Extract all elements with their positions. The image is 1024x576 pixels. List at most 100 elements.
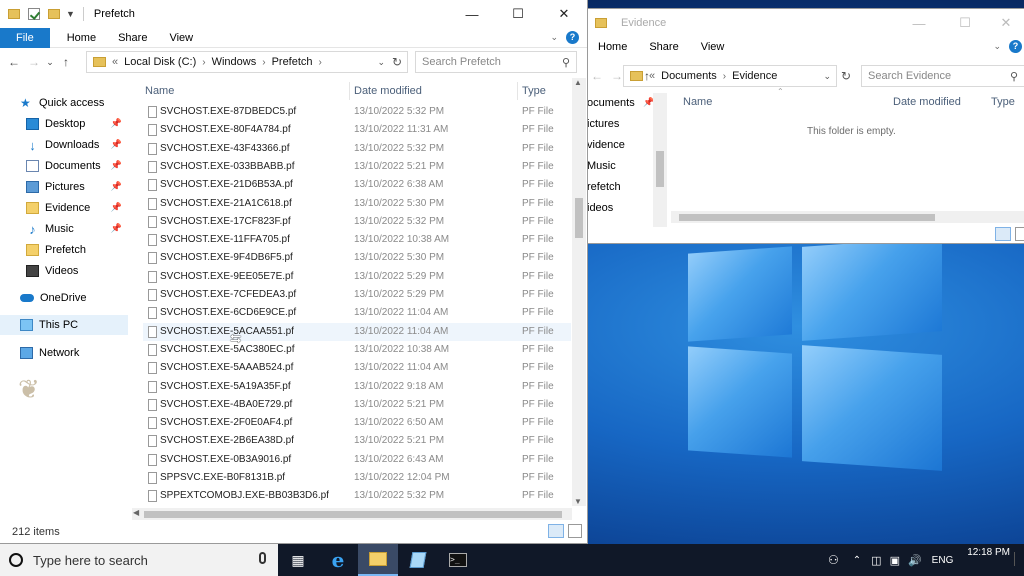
table-row[interactable]: SVCHOST.EXE-80F4A784.pf 13/10/2022 11:31 … (143, 121, 571, 139)
nav-item-pictures[interactable]: ictures (587, 114, 619, 134)
search-input[interactable]: Search Evidence ⚲ (861, 65, 1024, 87)
nav-item-quick-access[interactable]: ★ Quick access (20, 93, 128, 113)
breadcrumb-prefetch[interactable]: Prefetch (272, 56, 313, 68)
table-row[interactable]: SVCHOST.EXE-4BA0E729.pf 13/10/2022 5:21 P… (143, 396, 571, 414)
nav-item-evidence[interactable]: vidence (587, 135, 625, 155)
scroll-thumb[interactable] (679, 214, 935, 221)
horizontal-scrollbar[interactable]: ◀ (132, 508, 572, 520)
chevron-down-icon[interactable]: ⌄ (993, 41, 1001, 52)
nav-item-videos[interactable]: Videos (26, 261, 128, 281)
tab-file[interactable]: File (0, 27, 50, 48)
battery-icon[interactable]: ◫ (871, 554, 881, 567)
address-overflow[interactable]: « (649, 70, 655, 82)
address-bar[interactable]: « Local Disk (C:) › Windows › Prefetch ›… (86, 51, 408, 73)
network-icon[interactable]: ▣ (890, 554, 900, 567)
scroll-left-icon[interactable]: ◀ (133, 508, 139, 517)
address-bar[interactable]: « Documents › Evidence ⌄ (623, 65, 837, 87)
tab-home[interactable]: Home (587, 37, 638, 57)
vertical-scrollbar[interactable]: ▲ ▼ (572, 78, 586, 506)
task-view-button[interactable]: ▦ (278, 544, 318, 576)
microphone-icon[interactable] (259, 552, 266, 564)
table-row[interactable]: SVCHOST.EXE-21D6B53A.pf 13/10/2022 6:38 A… (143, 176, 571, 194)
edge-browser-icon[interactable]: e (318, 544, 358, 576)
breadcrumb-windows[interactable]: Windows (212, 56, 257, 68)
maximize-button[interactable]: ☐ (942, 9, 988, 37)
breadcrumb-documents[interactable]: Documents (661, 70, 717, 82)
column-date-header[interactable]: Date modified (354, 85, 422, 103)
address-dropdown-icon[interactable]: ⌄ (823, 71, 831, 82)
table-row[interactable]: SPPEXTCOMOBJ.EXE-BB03B3D6.pf 13/10/2022 5… (143, 487, 571, 505)
nav-item-music[interactable]: ♪ Music 📌 (26, 219, 128, 239)
chevron-right-icon[interactable]: › (723, 71, 726, 82)
back-arrow-icon[interactable]: ← (4, 55, 24, 69)
chevron-right-icon[interactable]: › (262, 57, 265, 68)
tab-home[interactable]: Home (56, 28, 107, 48)
scroll-down-icon[interactable]: ▼ (574, 497, 582, 506)
column-name-header[interactable]: Name (683, 96, 712, 114)
up-arrow-icon[interactable]: ↑ (56, 55, 76, 69)
back-arrow-icon[interactable]: ← (587, 69, 607, 83)
nav-item-downloads[interactable]: ↓ Downloads 📌 (26, 135, 128, 155)
properties-icon[interactable] (28, 8, 40, 20)
tiles-view-button[interactable] (1015, 227, 1024, 241)
table-row[interactable]: SVCHOST.EXE-0B3A9016.pf 13/10/2022 6:43 A… (143, 451, 571, 469)
new-folder-icon[interactable] (48, 9, 60, 19)
details-view-button[interactable] (995, 227, 1011, 241)
chevron-right-icon[interactable]: › (202, 57, 205, 68)
tab-view[interactable]: View (158, 28, 204, 48)
scroll-thumb[interactable] (656, 151, 664, 187)
table-row[interactable]: SVCHOST.EXE-2B6EA38D.pf 13/10/2022 5:21 P… (143, 432, 571, 450)
table-row[interactable]: SVCHOST.EXE-17CF823F.pf 13/10/2022 5:32 P… (143, 213, 571, 231)
table-row[interactable]: SVCHOST.EXE-7CFEDEA3.pf 13/10/2022 5:29 P… (143, 286, 571, 304)
table-row[interactable]: SVCHOST.EXE-43F43366.pf 13/10/2022 5:32 P… (143, 140, 571, 158)
table-row[interactable]: SVCHOST.EXE-5A19A35F.pf 13/10/2022 9:18 A… (143, 378, 571, 396)
scroll-thumb[interactable] (144, 511, 562, 518)
chevron-down-icon[interactable]: ⌄ (550, 32, 558, 43)
language-indicator[interactable]: ENG (932, 555, 954, 566)
nav-item-prefetch[interactable]: refetch (587, 177, 621, 197)
nav-item-onedrive[interactable]: OneDrive (20, 288, 128, 308)
address-dropdown-icon[interactable]: ⌄ (377, 57, 385, 68)
refresh-icon[interactable]: ↻ (392, 55, 402, 69)
nav-item-evidence[interactable]: Evidence 📌 (26, 198, 128, 218)
refresh-icon[interactable]: ↻ (841, 69, 851, 83)
table-row[interactable]: SVCHOST.EXE-11FFA705.pf 13/10/2022 10:38 … (143, 231, 571, 249)
search-input[interactable]: Search Prefetch ⚲ (415, 51, 577, 73)
column-divider[interactable] (349, 82, 350, 100)
table-row[interactable]: SPPSVC.EXE-B0F8131B.pf 13/10/2022 12:04 P… (143, 469, 571, 487)
people-icon[interactable]: ⚇ (828, 553, 839, 567)
tab-share[interactable]: Share (107, 28, 158, 48)
maximize-button[interactable]: ☐ (495, 0, 541, 28)
notification-icon[interactable] (1014, 552, 1024, 566)
nav-item-desktop[interactable]: Desktop 📌 (26, 114, 128, 134)
table-row[interactable]: SVCHOST.EXE-2F0E0AF4.pf 13/10/2022 6:50 A… (143, 414, 571, 432)
chevron-right-icon[interactable]: › (319, 57, 322, 68)
help-icon[interactable]: ? (566, 31, 579, 44)
nav-scrollbar[interactable] (653, 93, 667, 227)
close-button[interactable]: ✕ (988, 9, 1024, 37)
scroll-up-icon[interactable]: ▲ (574, 78, 582, 87)
column-name-header[interactable]: Name (145, 85, 174, 103)
column-type-header[interactable]: Type (991, 96, 1015, 114)
scroll-thumb[interactable] (575, 198, 583, 238)
help-icon[interactable]: ? (1009, 40, 1022, 53)
table-row[interactable]: SVCHOST.EXE-6CD6E9CE.pf 13/10/2022 11:04 … (143, 304, 571, 322)
column-divider[interactable] (517, 82, 518, 100)
horizontal-scrollbar[interactable] (671, 211, 1024, 223)
table-row[interactable]: SVCHOST.EXE-21A1C618.pf 13/10/2022 5:30 P… (143, 195, 571, 213)
table-row[interactable]: SVCHOST.EXE-5ACAA551.pf 13/10/2022 11:04 … (143, 322, 571, 341)
nav-item-music[interactable]: Music (587, 156, 616, 176)
table-row[interactable]: SVCHOST.EXE-9F4DB6F5.pf 13/10/2022 5:30 P… (143, 249, 571, 267)
nav-item-documents[interactable]: Documents 📌 (26, 156, 128, 176)
clock[interactable]: 12:18 PM (967, 546, 1010, 560)
nav-item-this-pc[interactable]: This PC (0, 315, 128, 335)
nav-item-prefetch[interactable]: Prefetch (26, 240, 128, 260)
file-explorer-taskbar-icon[interactable] (358, 544, 398, 576)
nav-item-documents[interactable]: ocuments 📌 (587, 93, 654, 113)
column-date-header[interactable]: Date modified (893, 96, 961, 114)
command-prompt-taskbar-icon[interactable]: >_ (438, 544, 478, 576)
table-row[interactable]: SVCHOST.EXE-5AAAB524.pf 13/10/2022 11:04 … (143, 359, 571, 377)
minimize-button[interactable]: — (449, 0, 495, 28)
close-button[interactable]: ✕ (541, 0, 587, 28)
nav-item-pictures[interactable]: Pictures 📌 (26, 177, 128, 197)
